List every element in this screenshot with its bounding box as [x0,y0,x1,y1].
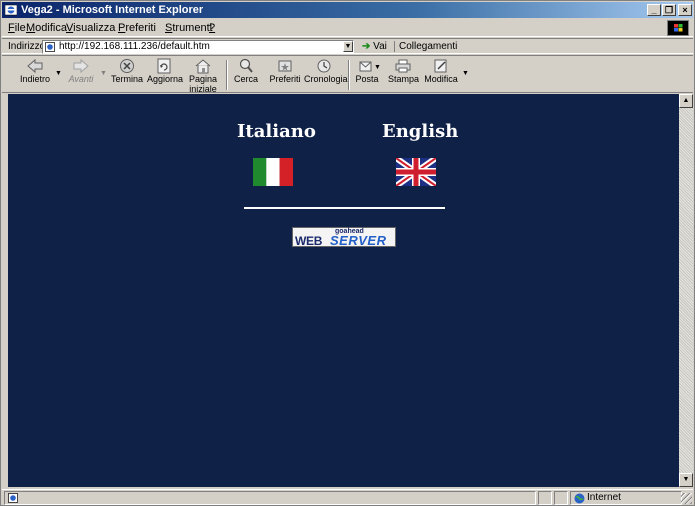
goahead-webserver-logo[interactable]: goahead WEB SERVER [292,227,396,248]
forward-arrow-icon [73,58,89,74]
refresh-button[interactable]: Aggiorna [147,58,183,92]
vertical-scrollbar[interactable]: ▲ ▼ [679,94,693,487]
print-icon [395,59,411,73]
page-viewport: Italiano English goahead WEB SERVER [8,94,679,487]
maximize-button[interactable]: ❐ [662,4,676,16]
horizontal-rule [244,207,445,209]
close-button[interactable]: × [678,4,692,16]
menu-bar: File Modifica Visualizza Preferiti Strum… [2,19,693,37]
home-button[interactable]: Pagina iniziale [188,58,218,94]
home-icon [195,59,211,74]
go-button[interactable]: ➔ Vai [362,41,387,52]
menu-file[interactable]: File [8,22,26,34]
status-cell [538,491,552,505]
uk-flag-icon[interactable] [396,158,436,186]
toolbar-separator [226,60,228,90]
address-url: http://192.168.111.236/default.htm [59,41,210,52]
links-button[interactable]: Collegamenti [394,41,457,52]
edit-icon [434,59,447,73]
address-bar: Indirizzo http://192.168.111.236/default… [2,38,693,54]
scroll-down-button[interactable]: ▼ [679,473,693,487]
menu-strumenti[interactable]: Strumenti [165,22,212,34]
page-icon [45,42,55,52]
status-zone: Internet [570,491,682,505]
internet-globe-icon [574,493,585,504]
standard-toolbar: Indietro ▼ Avanti ▼ Termina Aggiorna Pag… [2,55,693,94]
status-cell [554,491,568,505]
english-link[interactable]: English [382,121,458,142]
address-dropdown-button[interactable]: ▼ [343,41,353,52]
print-button[interactable]: Stampa [388,58,419,92]
ie-app-icon [5,4,17,16]
favorites-icon [278,60,292,72]
status-bar: Internet [2,489,693,505]
mail-dropdown-icon[interactable]: ▼ [374,64,381,71]
favorites-button[interactable]: Preferiti [268,58,302,92]
minimize-button[interactable]: _ [647,4,661,16]
stop-icon [120,59,134,73]
scroll-up-button[interactable]: ▲ [679,94,693,108]
go-arrow-icon: ➔ [362,41,371,52]
search-icon [239,58,253,73]
stop-button[interactable]: Termina [111,58,143,92]
history-button[interactable]: Cronologia [304,58,348,92]
toolbar-separator [348,60,350,90]
windows-logo-icon [667,20,689,36]
address-label: Indirizzo [8,41,46,52]
forward-dropdown-icon[interactable]: ▼ [100,70,107,77]
forward-button[interactable]: Avanti [65,58,97,92]
italian-flag-icon[interactable] [253,158,293,186]
edit-dropdown-icon[interactable]: ▼ [462,70,469,77]
search-button[interactable]: Cerca [232,58,260,92]
resize-grip[interactable] [681,493,692,504]
menu-modifica[interactable]: Modifica [26,22,67,34]
menu-visualizza[interactable]: Visualizza [66,22,115,34]
page-status-icon [8,493,18,503]
edit-button[interactable]: Modifica [423,58,459,92]
browser-window: Vega2 - Microsoft Internet Explorer _ ❐ … [0,0,695,506]
menu-preferiti[interactable]: Preferiti [118,22,156,34]
window-title: Vega2 - Microsoft Internet Explorer [21,4,204,16]
address-input[interactable]: http://192.168.111.236/default.htm [42,40,354,54]
status-message [4,491,536,505]
history-icon [317,59,331,73]
back-dropdown-icon[interactable]: ▼ [55,70,62,77]
title-bar[interactable]: Vega2 - Microsoft Internet Explorer _ ❐ … [2,2,693,18]
menu-help[interactable]: ? [209,22,215,34]
italian-link[interactable]: Italiano [237,121,316,142]
refresh-icon [157,58,171,74]
back-button[interactable]: Indietro [18,58,52,92]
back-arrow-icon [27,58,43,74]
